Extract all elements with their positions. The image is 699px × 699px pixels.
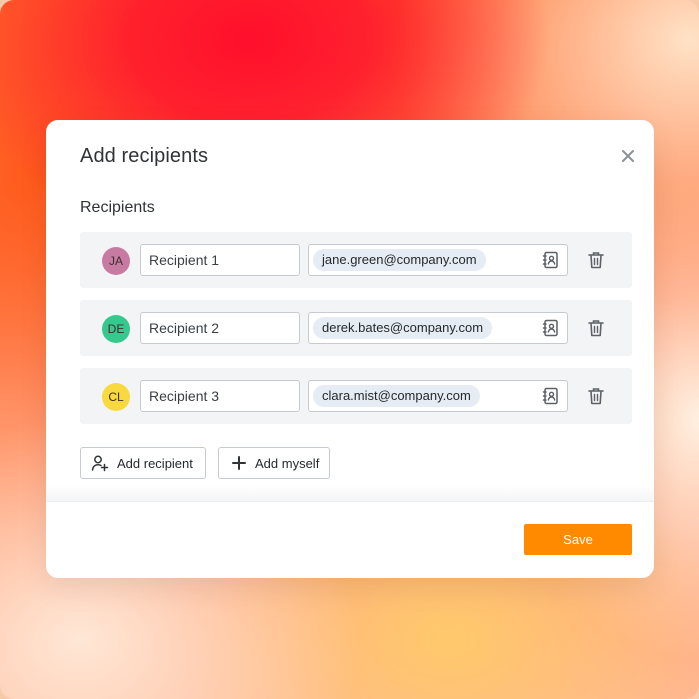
close-button[interactable] xyxy=(618,146,638,166)
contacts-book-icon[interactable] xyxy=(542,251,560,269)
add-recipient-button[interactable]: Add recipient xyxy=(80,447,206,479)
contacts-book-icon[interactable] xyxy=(542,387,560,405)
recipient-row: CL clara.mist@company.com xyxy=(80,368,632,424)
save-button[interactable]: Save xyxy=(524,524,632,555)
add-recipient-label: Add recipient xyxy=(117,455,193,471)
email-chip: jane.green@company.com xyxy=(313,249,486,271)
add-user-icon xyxy=(91,455,109,472)
recipient-name-input[interactable] xyxy=(140,380,300,412)
plus-icon xyxy=(232,456,246,470)
avatar: CL xyxy=(102,383,130,411)
avatar: JA xyxy=(102,247,130,275)
trash-icon[interactable] xyxy=(588,319,604,337)
recipient-name-input[interactable] xyxy=(140,244,300,276)
contacts-book-icon[interactable] xyxy=(542,319,560,337)
dialog-title: Add recipients xyxy=(80,145,209,167)
add-myself-button[interactable]: Add myself xyxy=(218,447,330,479)
email-chip: clara.mist@company.com xyxy=(313,385,480,407)
recipient-name-input[interactable] xyxy=(140,312,300,344)
trash-icon[interactable] xyxy=(588,251,604,269)
recipient-email-field[interactable]: derek.bates@company.com xyxy=(308,312,568,344)
recipient-email-field[interactable]: jane.green@company.com xyxy=(308,244,568,276)
section-label: Recipients xyxy=(80,199,155,216)
add-recipients-dialog: Add recipients Recipients JA jane.green@… xyxy=(46,120,654,578)
email-chip: derek.bates@company.com xyxy=(313,317,493,339)
footer-divider xyxy=(46,486,654,502)
avatar: DE xyxy=(102,315,130,343)
recipient-row: JA jane.green@company.com xyxy=(80,232,632,288)
trash-icon[interactable] xyxy=(588,387,604,405)
recipient-row: DE derek.bates@company.com xyxy=(80,300,632,356)
recipient-email-field[interactable]: clara.mist@company.com xyxy=(308,380,568,412)
add-myself-label: Add myself xyxy=(255,455,320,471)
close-icon xyxy=(622,150,634,162)
